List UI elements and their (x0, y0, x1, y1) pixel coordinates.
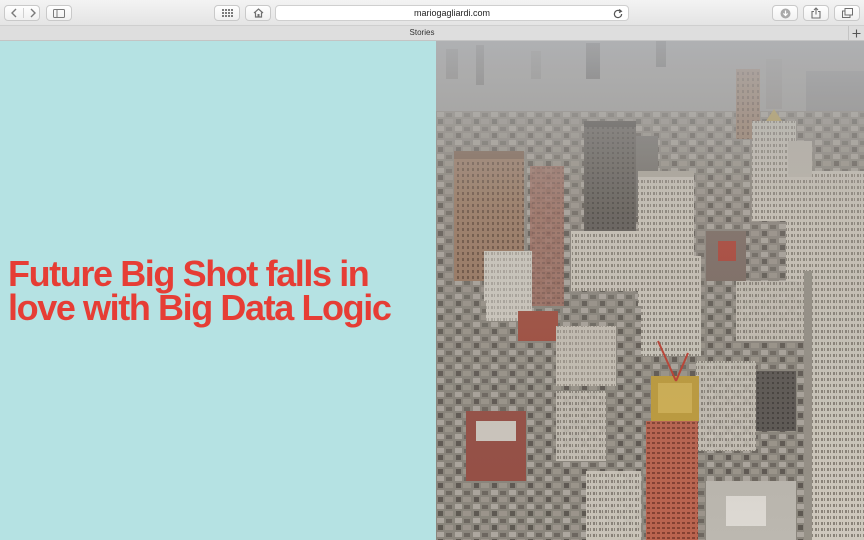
plus-icon (852, 29, 861, 37)
reload-button[interactable] (612, 7, 624, 19)
hero-image (436, 41, 864, 540)
active-tab[interactable]: Stories (0, 26, 844, 40)
share-icon (811, 7, 821, 19)
grid-icon (221, 9, 233, 17)
tab-bar: Stories (0, 26, 864, 41)
forward-icon (30, 8, 36, 18)
hero-text-panel: Future Big Shot falls in love with Big D… (0, 41, 436, 540)
tabs-overview-button[interactable] (834, 5, 860, 21)
new-tab-button[interactable] (848, 26, 864, 40)
home-button[interactable] (245, 5, 271, 21)
reload-icon (613, 8, 623, 19)
share-button[interactable] (803, 5, 829, 21)
top-sites-button[interactable] (214, 5, 240, 21)
back-icon (11, 8, 17, 18)
forward-button[interactable] (24, 6, 41, 20)
downloads-icon (780, 8, 790, 18)
tabs-overview-icon (841, 8, 853, 18)
address-bar[interactable]: mariogagliardi.com (275, 5, 629, 21)
back-button[interactable] (5, 6, 23, 20)
address-text: mariogagliardi.com (413, 8, 491, 18)
back-forward-group (4, 5, 40, 21)
home-icon (253, 8, 263, 18)
downloads-button[interactable] (772, 5, 798, 21)
city-aerial-photo (436, 41, 864, 540)
browser-toolbar: mariogagliardi.com (0, 0, 864, 26)
sidebar-icon (53, 8, 65, 18)
story-headline[interactable]: Future Big Shot falls in love with Big D… (8, 256, 428, 326)
sidebar-button[interactable] (46, 5, 72, 21)
